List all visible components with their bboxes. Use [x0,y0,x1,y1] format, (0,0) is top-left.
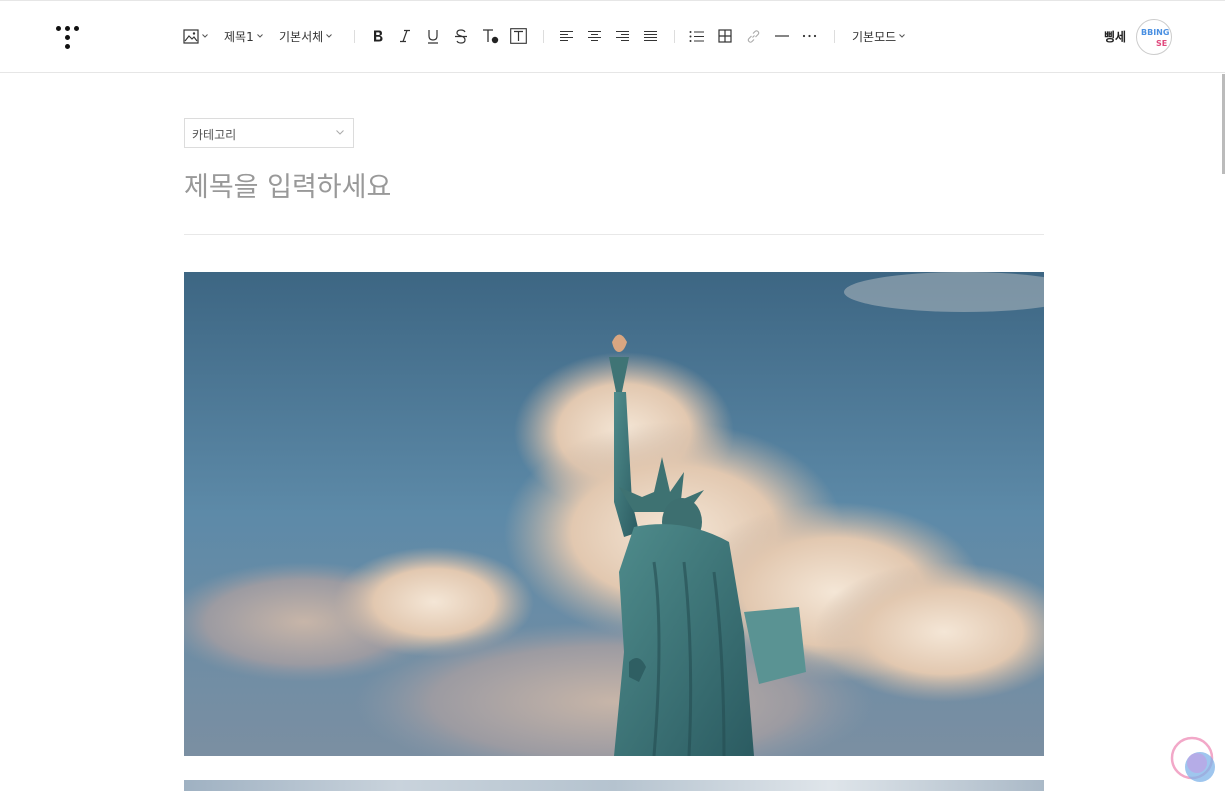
category-select-label: 카테고리 [192,128,237,142]
underline-icon [428,29,438,44]
avatar-text-line2: SE [1156,39,1168,48]
second-photo[interactable] [184,780,1044,791]
image-icon [183,28,199,44]
italic-icon [400,29,410,43]
align-left-icon [560,30,573,42]
link-button[interactable] [746,25,761,47]
chevron-down-icon [336,130,344,135]
toolbar-divider [674,30,675,43]
strikethrough-icon [455,28,467,44]
bold-icon [374,30,383,42]
bulleted-list-icon [689,30,704,42]
statue-of-liberty-photo[interactable] [184,272,1044,756]
toolbar-divider [543,30,544,43]
chevron-down-icon [326,34,333,38]
toolbar-divider [834,30,835,43]
align-justify-button[interactable] [643,25,658,47]
chevron-down-icon [202,34,208,38]
align-right-button[interactable] [615,25,630,47]
underline-button[interactable] [426,25,440,47]
assistant-icon[interactable] [1170,736,1218,784]
link-icon [747,29,760,43]
text-background-button[interactable] [510,25,527,47]
bulleted-list-button[interactable] [689,25,705,47]
align-right-icon [616,30,629,42]
title-divider [184,234,1044,235]
heading-select[interactable]: 제목1 [224,25,263,47]
more-options-button[interactable] [802,25,817,47]
align-center-icon [588,30,601,42]
horizontal-rule-button[interactable] [775,25,789,47]
text-color-icon [483,29,499,44]
align-center-button[interactable] [587,25,602,47]
editor-toolbar: 제목1 기본서체 기본모드 삥세 BBING SE [0,0,1225,73]
font-select-label: 기본서체 [279,29,324,44]
logo-icon[interactable] [55,25,81,49]
horizontal-rule-icon [775,35,789,37]
italic-button[interactable] [399,25,411,47]
more-icon [802,34,817,38]
font-select[interactable]: 기본서체 [279,25,333,47]
align-justify-icon [644,30,657,42]
align-left-button[interactable] [559,25,574,47]
strikethrough-button[interactable] [454,25,468,47]
avatar[interactable]: BBING SE [1136,19,1172,55]
user-name[interactable]: 삥세 [1104,28,1126,45]
chevron-down-icon [899,34,906,38]
avatar-text-line1: BBING [1141,28,1170,37]
text-color-button[interactable] [482,25,499,47]
bold-button[interactable] [371,25,385,47]
text-background-icon [510,28,527,44]
toolbar-divider [354,30,355,43]
post-title-input[interactable] [184,166,1044,208]
table-button[interactable] [718,25,732,47]
chevron-down-icon [256,34,263,38]
mode-select-label: 기본모드 [852,29,897,44]
mode-select[interactable]: 기본모드 [852,25,906,47]
category-select[interactable]: 카테고리 [184,118,354,148]
insert-image-button[interactable] [183,25,208,47]
table-icon [718,29,732,43]
heading-select-label: 제목1 [224,29,254,44]
